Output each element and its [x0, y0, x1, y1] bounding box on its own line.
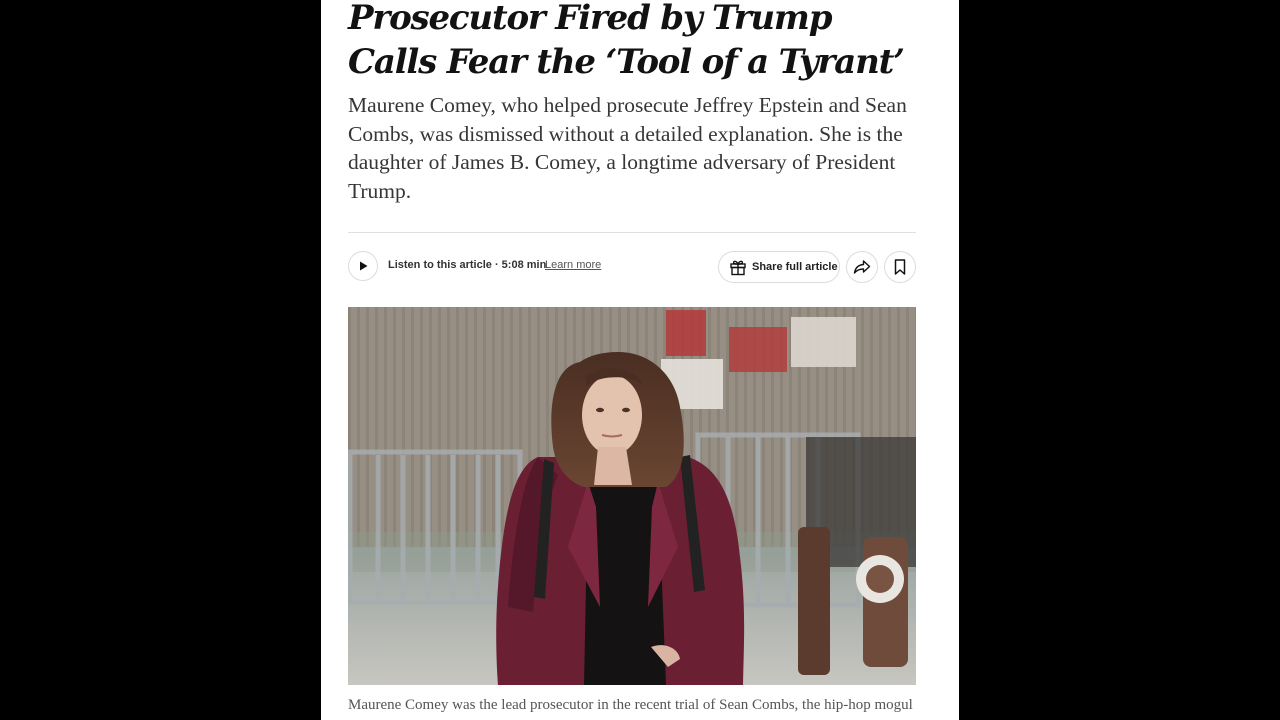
- photo-illustration: [348, 307, 916, 685]
- gift-icon: [730, 260, 746, 276]
- article-page: Prosecutor Fired by Trump Calls Fear the…: [321, 0, 959, 720]
- bookmark-icon: [894, 259, 906, 275]
- article-toolbar: Listen to this article · 5:08 min Learn …: [348, 251, 916, 284]
- article-photo: [348, 307, 916, 685]
- share-arrow-icon: [853, 260, 871, 274]
- divider: [348, 232, 916, 233]
- article-summary: Maurene Comey, who helped prosecute Jeff…: [348, 93, 907, 203]
- share-full-article-label: Share full article: [752, 261, 838, 273]
- photo-caption: Maurene Comey was the lead prosecutor in…: [348, 697, 913, 720]
- share-button[interactable]: [846, 251, 878, 283]
- article-headline: Prosecutor Fired by Trump Calls Fear the…: [348, 0, 905, 82]
- listen-label: Listen to this article · 5:08 min: [388, 259, 547, 271]
- play-icon: [360, 261, 368, 271]
- learn-more-link[interactable]: Learn more: [545, 259, 601, 271]
- save-bookmark-button[interactable]: [884, 251, 916, 283]
- share-full-article-button[interactable]: Share full article: [718, 251, 840, 283]
- play-audio-button[interactable]: [348, 251, 378, 281]
